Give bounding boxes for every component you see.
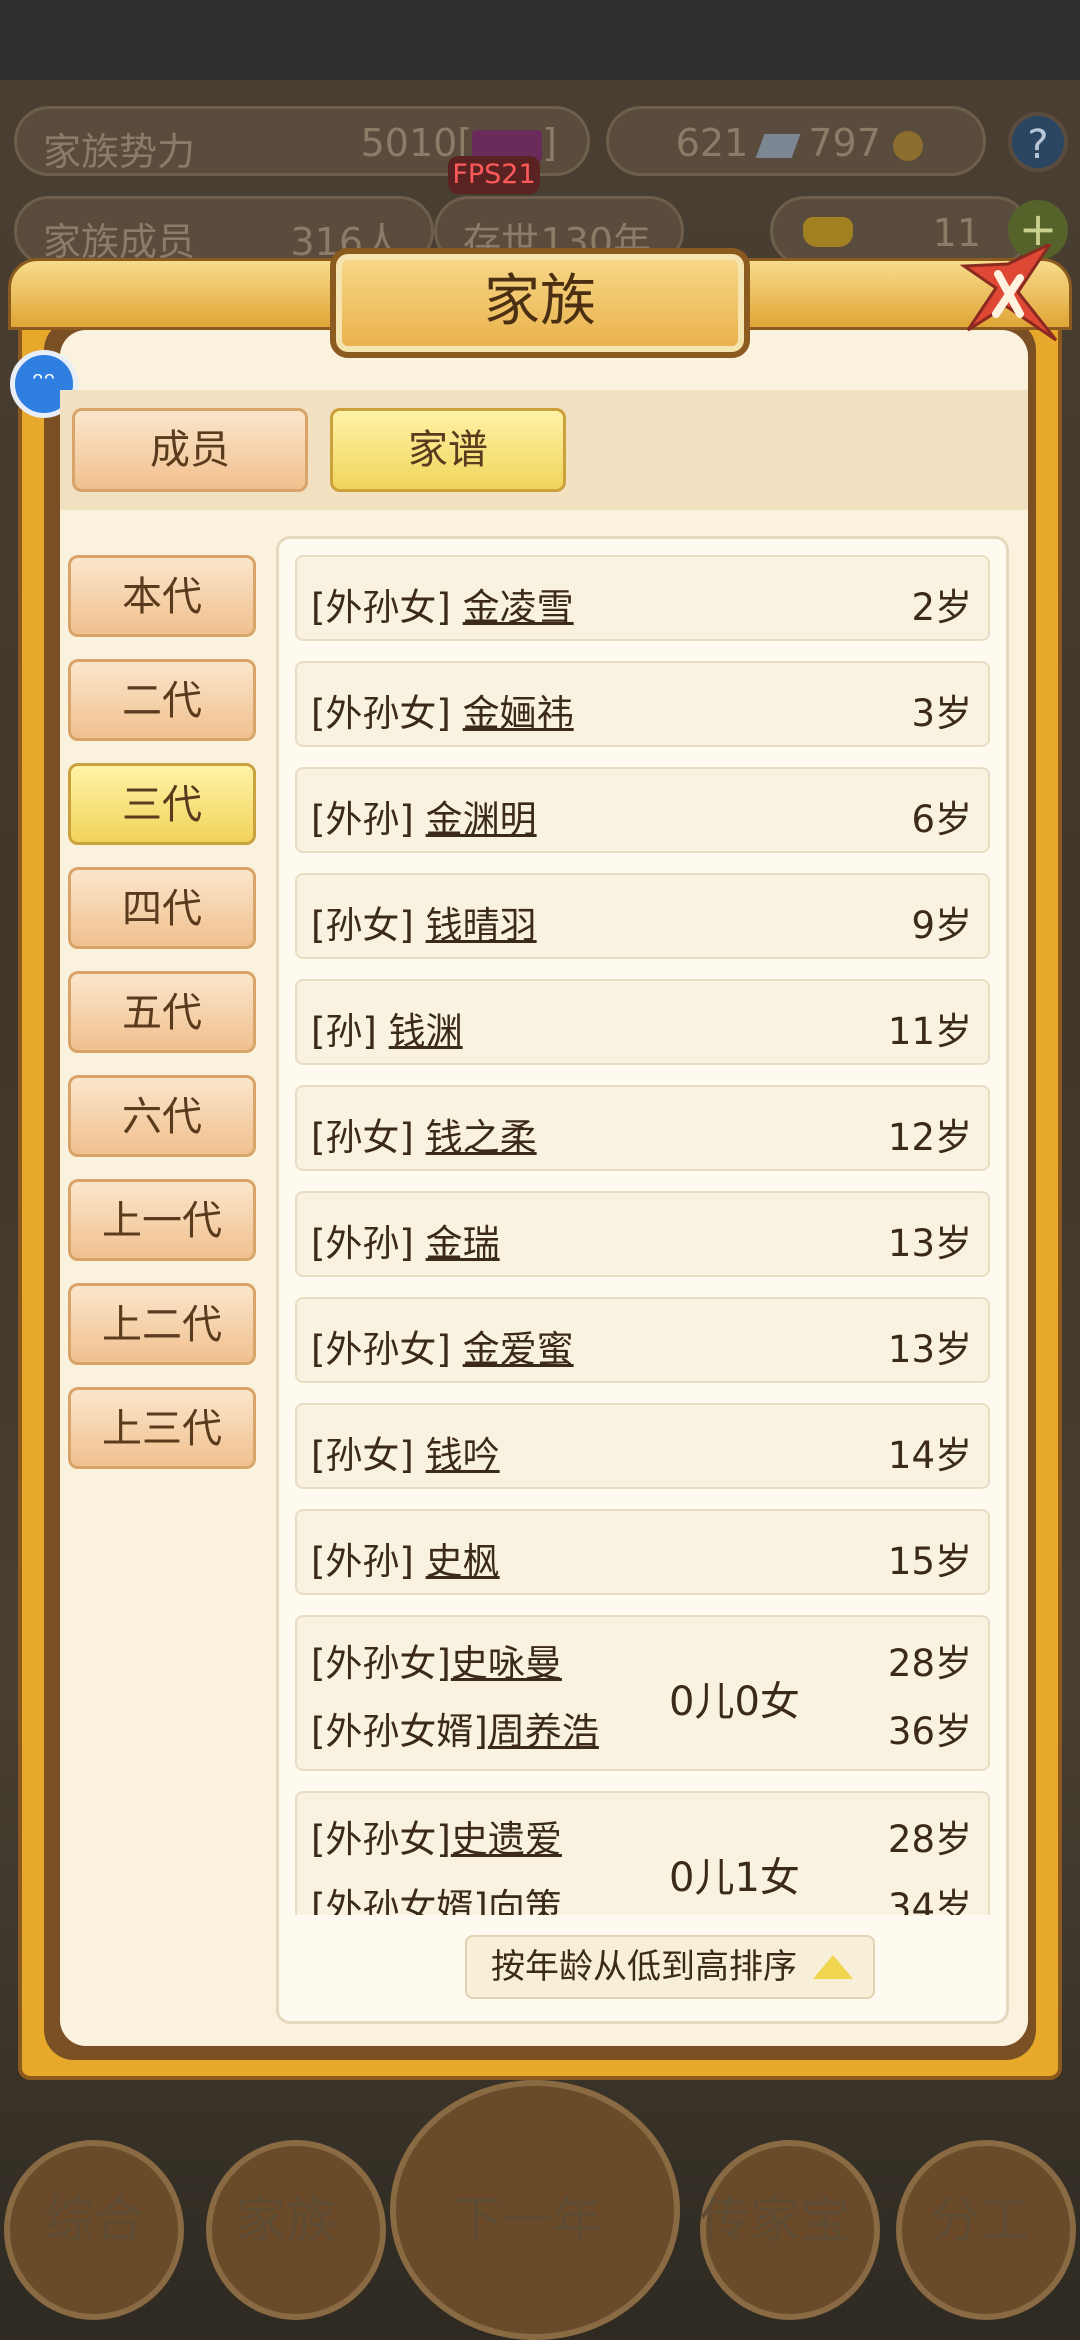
- member-age: 3岁: [911, 692, 972, 735]
- member-name-link[interactable]: 金瑞: [426, 1222, 500, 1265]
- relation-label: [外孙]: [311, 1222, 414, 1265]
- list-item[interactable]: [外孙女] 金凌雪 2岁: [295, 555, 990, 641]
- resource-b-value: 797: [808, 121, 881, 165]
- generation-button-6[interactable]: 六代: [68, 1075, 256, 1157]
- relation-label: [外孙女婿]: [311, 1710, 488, 1753]
- relation-label: [外孙女]: [311, 692, 451, 735]
- member-name-link[interactable]: 金渊明: [426, 798, 537, 841]
- sort-label: 按年龄从低到高排序: [491, 1947, 797, 1987]
- member-age: 28岁: [887, 1642, 972, 1685]
- nav-family-label: 家族: [236, 2191, 336, 2249]
- member-age: 2岁: [911, 586, 972, 629]
- member-name-link[interactable]: 史咏曼: [451, 1642, 562, 1685]
- member-age: 12岁: [887, 1116, 972, 1159]
- relation-label: [外孙女]: [311, 1328, 451, 1371]
- silver-icon: [755, 133, 801, 158]
- generation-button-3[interactable]: 三代: [68, 763, 256, 845]
- nav-division-label: 分工: [930, 2191, 1030, 2249]
- fps-counter: FPS21: [448, 156, 540, 194]
- list-item[interactable]: [孙女] 钱吟 14岁: [295, 1403, 990, 1489]
- relation-label: [孙女]: [311, 904, 414, 947]
- member-name-link[interactable]: 金凌雪: [463, 586, 574, 629]
- relation-label: [外孙]: [311, 798, 414, 841]
- spouse-age: 36岁: [887, 1710, 972, 1753]
- tab-members-label: 成员: [150, 427, 230, 473]
- help-icon[interactable]: ?: [1008, 112, 1068, 172]
- member-age: 28岁: [887, 1818, 972, 1861]
- member-age: 15岁: [887, 1540, 972, 1583]
- status-bar: [0, 0, 1080, 80]
- children-count: 0儿1女: [669, 1855, 800, 1901]
- list-item[interactable]: [外孙] 金渊明 6岁: [295, 767, 990, 853]
- dialog-header-wing-left: [8, 258, 338, 330]
- relation-label: [孙女]: [311, 1434, 414, 1477]
- dialog-title: 家族: [484, 269, 596, 334]
- dialog-title-plate: 家族: [330, 248, 750, 358]
- genealogy-list[interactable]: [外孙女] 金凌雪 2岁 [外孙女] 金婳祎 3岁 [外孙] 金渊明 6岁 [孙…: [279, 539, 1006, 1915]
- generation-button-current[interactable]: 本代: [68, 555, 256, 637]
- generation-button-5[interactable]: 五代: [68, 971, 256, 1053]
- relation-label: [外孙女]: [311, 1818, 451, 1861]
- nav-heirloom-label: 传家宝: [700, 2191, 850, 2249]
- resource-a-value: 621: [675, 121, 749, 165]
- couple-list-item[interactable]: [外孙女]史咏曼 [外孙女婿]周养浩 0儿0女 28岁 36岁: [295, 1615, 990, 1771]
- member-age: 13岁: [887, 1328, 972, 1371]
- gold-ingot-icon: [803, 217, 853, 247]
- couple-list-item[interactable]: [外孙女]史遗爱 [外孙女婿]向策 0儿1女 28岁 34岁: [295, 1791, 990, 1915]
- family-power-label: 家族势力: [43, 130, 196, 174]
- member-name-link[interactable]: 钱吟: [426, 1434, 500, 1477]
- member-age: 13岁: [887, 1222, 972, 1265]
- genealogy-list-panel: [外孙女] 金凌雪 2岁 [外孙女] 金婳祎 3岁 [外孙] 金渊明 6岁 [孙…: [276, 536, 1009, 2024]
- member-age: 6岁: [911, 798, 972, 841]
- member-age: 9岁: [911, 904, 972, 947]
- relation-label: [外孙]: [311, 1540, 414, 1583]
- nav-next-year-label: 下一年: [452, 2191, 602, 2249]
- member-name-link[interactable]: 史遗爱: [451, 1818, 562, 1861]
- relation-label: [外孙女]: [311, 586, 451, 629]
- relation-label: [外孙女婿]: [311, 1886, 488, 1915]
- list-item[interactable]: [孙女] 钱晴羽 9岁: [295, 873, 990, 959]
- member-age: 11岁: [887, 1010, 972, 1053]
- list-item[interactable]: [孙女] 钱之柔 12岁: [295, 1085, 990, 1171]
- relation-label: [孙]: [311, 1010, 377, 1053]
- list-item[interactable]: [外孙] 金瑞 13岁: [295, 1191, 990, 1277]
- spouse-age: 34岁: [887, 1886, 972, 1915]
- relation-label: [孙女]: [311, 1116, 414, 1159]
- close-icon[interactable]: [958, 244, 1058, 344]
- relation-label: [外孙女]: [311, 1642, 451, 1685]
- member-name-link[interactable]: 史枫: [426, 1540, 500, 1583]
- tab-members[interactable]: 成员: [72, 408, 308, 492]
- generation-button-prev-1[interactable]: 上一代: [68, 1179, 256, 1261]
- spouse-name-link[interactable]: 周养浩: [488, 1710, 599, 1753]
- generation-button-4[interactable]: 四代: [68, 867, 256, 949]
- children-count: 0儿0女: [669, 1679, 800, 1725]
- generation-button-prev-2[interactable]: 上二代: [68, 1283, 256, 1365]
- member-age: 14岁: [887, 1434, 972, 1477]
- generation-button-prev-3[interactable]: 上三代: [68, 1387, 256, 1469]
- resource-bar: 621 797: [606, 106, 986, 176]
- sort-by-age-button[interactable]: 按年龄从低到高排序: [465, 1935, 875, 1999]
- list-item[interactable]: [孙] 钱渊 11岁: [295, 979, 990, 1065]
- list-item[interactable]: [外孙] 史枫 15岁: [295, 1509, 990, 1595]
- member-name-link[interactable]: 钱渊: [389, 1010, 463, 1053]
- generation-button-2[interactable]: 二代: [68, 659, 256, 741]
- member-name-link[interactable]: 金婳祎: [463, 692, 574, 735]
- list-item[interactable]: [外孙女] 金婳祎 3岁: [295, 661, 990, 747]
- tab-genealogy-label: 家谱: [408, 427, 488, 473]
- spouse-name-link[interactable]: 向策: [488, 1886, 562, 1915]
- member-name-link[interactable]: 金爱蜜: [463, 1328, 574, 1371]
- tab-genealogy[interactable]: 家谱: [330, 408, 566, 492]
- member-name-link[interactable]: 钱之柔: [426, 1116, 537, 1159]
- sort-ascending-icon: [813, 1955, 853, 1979]
- nav-overview-label: 综合: [44, 2191, 144, 2249]
- coin-icon: [893, 130, 923, 161]
- member-name-link[interactable]: 钱晴羽: [426, 904, 537, 947]
- list-item[interactable]: [外孙女] 金爱蜜 13岁: [295, 1297, 990, 1383]
